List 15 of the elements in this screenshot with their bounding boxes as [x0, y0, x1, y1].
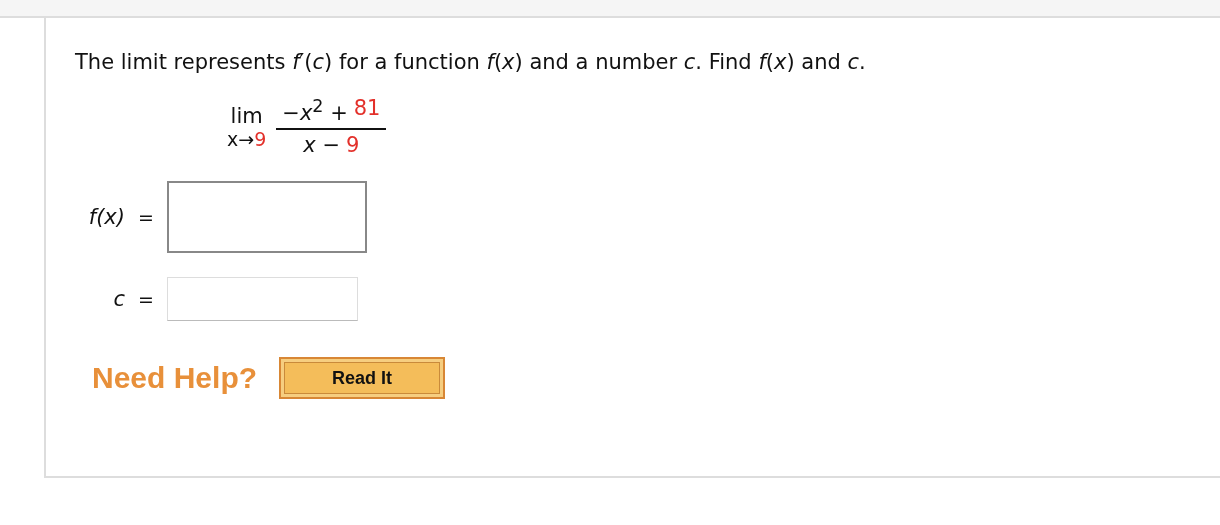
answer-label: c [112, 287, 125, 311]
numerator-term: −x$^{2}$ + [282, 96, 348, 125]
need-help-label: Need Help? [92, 361, 258, 395]
answer-field[interactable] [167, 181, 367, 253]
limit-subscript: 9 [254, 127, 267, 150]
lim-label: lim [230, 103, 263, 128]
numerator-term: 81 [353, 96, 381, 122]
denominator-term: 9 [346, 133, 360, 157]
limit-subscript: x→ [227, 127, 255, 150]
answer-label: f(x) [87, 205, 125, 229]
denominator-term: x − [303, 133, 341, 157]
equals-sign: = [137, 206, 155, 228]
read-it-button[interactable]: Read It [279, 357, 446, 399]
equals-sign: = [137, 288, 155, 310]
question-text: The limit represents f′(c) for a function f(x) and a number c. Find f(x) and c. [75, 50, 867, 74]
